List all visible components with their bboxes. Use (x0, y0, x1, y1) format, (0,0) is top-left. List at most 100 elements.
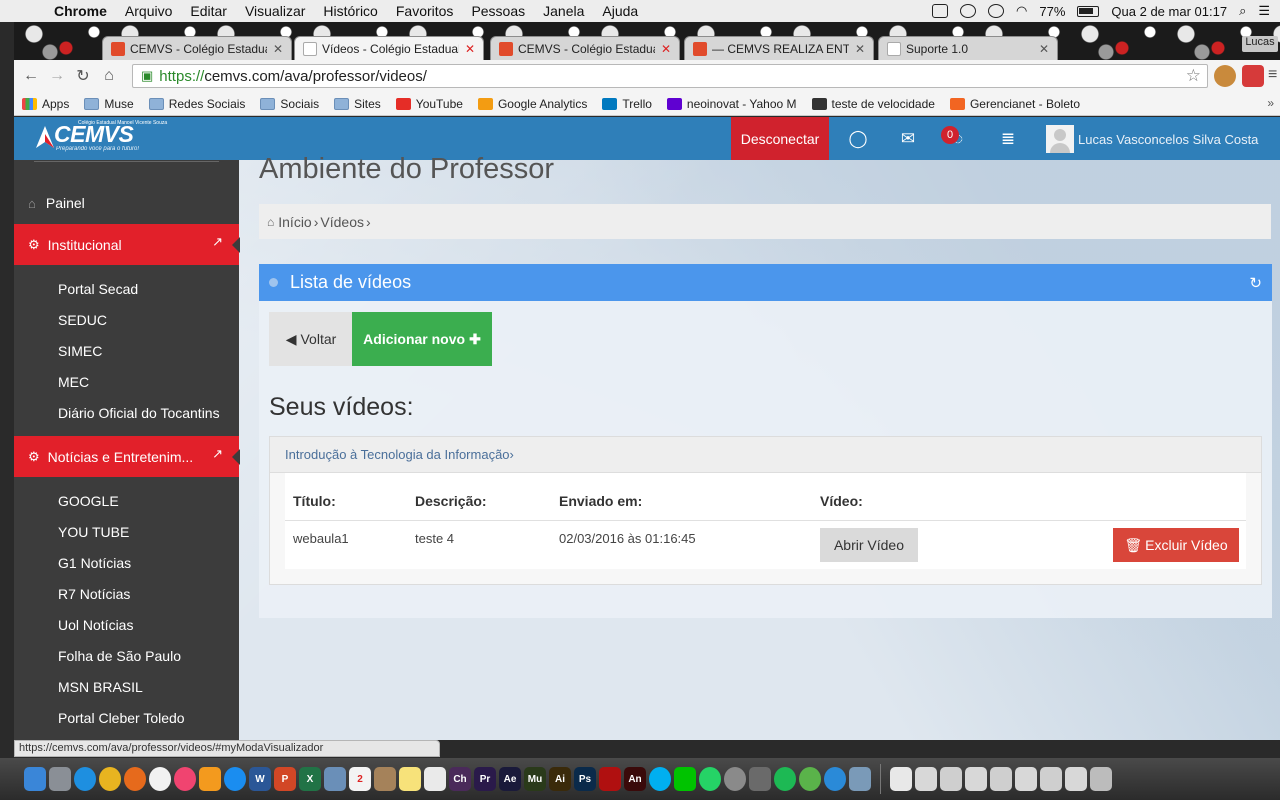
disconnect-button[interactable]: Desconectar (731, 117, 829, 160)
sidebar-item-painel[interactable]: ⌂ Painel (28, 195, 85, 211)
refresh-icon[interactable]: ↻ (1249, 274, 1262, 292)
bookmark-yahoo[interactable]: neoinovat - Yahoo M (666, 97, 797, 111)
close-tab-icon[interactable]: ✕ (661, 42, 671, 56)
sidebar-link-msn[interactable]: MSN BRASIL (58, 679, 143, 695)
bookmark-redes-sociais[interactable]: Redes Sociais (148, 97, 245, 111)
menu-ajuda[interactable]: Ajuda (602, 3, 638, 19)
cemvs-logo[interactable]: Colégio Estadual Manoel Vicente Souza CE… (34, 120, 167, 156)
stickies-icon[interactable] (424, 767, 446, 791)
mail-icon[interactable]: ✉ (897, 129, 919, 149)
menu-historico[interactable]: Histórico (323, 3, 377, 19)
whatsapp-icon[interactable] (699, 767, 721, 791)
reload-icon[interactable]: ↻ (70, 66, 96, 86)
spotify-icon[interactable] (774, 767, 796, 791)
stack-icon[interactable] (940, 767, 962, 791)
sidebar-link-seduc[interactable]: SEDUC (58, 312, 107, 328)
sidebar-link-mec[interactable]: MEC (58, 374, 89, 390)
battery-icon[interactable] (1077, 5, 1100, 17)
bookmark-apps[interactable]: Apps (22, 97, 69, 111)
menu-arquivo[interactable]: Arquivo (125, 3, 172, 19)
photos-icon[interactable] (149, 767, 171, 791)
external-link-icon[interactable]: ↗ (212, 446, 223, 462)
home-icon[interactable]: ⌂ (96, 67, 122, 85)
bookmark-muse[interactable]: Muse (84, 97, 134, 111)
tasks-icon[interactable]: ≣ (997, 129, 1019, 149)
itunes-icon[interactable] (174, 767, 196, 791)
bookmark-sites[interactable]: Sites (334, 97, 381, 111)
premiere-icon[interactable]: Pr (474, 767, 496, 791)
calendar-icon[interactable]: 2 (349, 767, 371, 791)
sidebar-link-simec[interactable]: SIMEC (58, 343, 102, 359)
after-effects-icon[interactable]: Ae (499, 767, 521, 791)
sidebar-link-g1[interactable]: G1 Notícias (58, 555, 131, 571)
sidebar-link-uol[interactable]: Uol Notícias (58, 617, 133, 633)
notes-icon[interactable] (399, 767, 421, 791)
tab-cemvs-2[interactable]: CEMVS - Colégio Estadual ✕ (490, 36, 680, 60)
bookmark-trello[interactable]: Trello (602, 97, 652, 111)
sidebar-link-portal-secad[interactable]: Portal Secad (58, 281, 138, 297)
creative-cloud-icon[interactable] (988, 4, 1005, 18)
browser-app-icon[interactable] (824, 767, 846, 791)
character-animator-icon[interactable]: Ch (449, 767, 471, 791)
breadcrumb-videos[interactable]: Vídeos (320, 214, 364, 230)
finder-icon[interactable] (24, 767, 46, 791)
chrome-menu-icon[interactable]: ≡ (1268, 66, 1277, 84)
cookie-extension-icon[interactable] (1214, 65, 1236, 87)
checklist-icon[interactable] (932, 4, 949, 18)
bookmark-youtube[interactable]: YouTube (395, 97, 463, 111)
powerpoint-icon[interactable]: P (274, 767, 296, 791)
bookmarks-overflow-icon[interactable]: » (1267, 96, 1274, 110)
clock[interactable]: Qua 2 de mar 01:17 (1111, 4, 1227, 19)
sidebar-link-google[interactable]: GOOGLE (58, 493, 119, 509)
delete-video-button[interactable]: 🗑 Excluir Vídeo (1113, 528, 1239, 562)
stack-icon[interactable] (1040, 767, 1062, 791)
course-link[interactable]: Introdução à Tecnologia da Informação› (270, 437, 1261, 473)
breadcrumb-home[interactable]: Início (278, 214, 311, 230)
close-tab-icon[interactable]: ✕ (465, 42, 475, 56)
bookmark-star-icon[interactable]: ☆ (1186, 66, 1201, 86)
preview-icon[interactable] (324, 767, 346, 791)
add-new-button[interactable]: Adicionar novo ✚ (352, 312, 492, 366)
bookmark-speedtest[interactable]: teste de velocidade (811, 97, 935, 111)
close-tab-icon[interactable]: ✕ (273, 42, 283, 56)
forward-icon[interactable]: → (44, 67, 70, 85)
line-icon[interactable] (674, 767, 696, 791)
bookmark-google-analytics[interactable]: Google Analytics (477, 97, 587, 111)
open-video-button[interactable]: Abrir Vídeo (820, 528, 918, 562)
stack-icon[interactable] (965, 767, 987, 791)
system-preferences-icon[interactable] (724, 767, 746, 791)
menu-janela[interactable]: Janela (543, 3, 584, 19)
external-link-icon[interactable]: ↗ (212, 234, 223, 250)
sidebar-link-r7[interactable]: R7 Notícias (58, 586, 130, 602)
trash-icon[interactable] (1090, 767, 1112, 791)
wifi-icon[interactable]: ◠ (1016, 3, 1027, 19)
screenshot-app-icon[interactable] (849, 767, 871, 791)
chat-icon[interactable]: ◯ (847, 129, 869, 149)
back-icon[interactable]: ← (18, 67, 44, 85)
notebook-icon[interactable] (749, 767, 771, 791)
stack-icon[interactable] (990, 767, 1012, 791)
tab-videos[interactable]: Vídeos - Colégio Estadual ✕ (294, 36, 484, 60)
safari-icon[interactable] (74, 767, 96, 791)
bookmark-sociais[interactable]: Sociais (260, 97, 319, 111)
menu-editar[interactable]: Editar (190, 3, 227, 19)
utorrent-icon[interactable] (799, 767, 821, 791)
menu-app-name[interactable]: Chrome (54, 3, 107, 19)
close-tab-icon[interactable]: ✕ (855, 42, 865, 56)
address-bar[interactable]: ▣ https:// cemvs.com/ava/professor/video… (132, 64, 1208, 88)
menu-visualizar[interactable]: Visualizar (245, 3, 305, 19)
contacts-icon[interactable] (374, 767, 396, 791)
sidebar-section-noticias[interactable]: ⚙ Notícias e Entretenim... ↗ (14, 436, 240, 477)
tab-cemvs-1[interactable]: CEMVS - Colégio Estadual ✕ (102, 36, 292, 60)
sidebar-link-diario-oficial[interactable]: Diário Oficial do Tocantins (58, 405, 220, 421)
muse-icon[interactable]: Mu (524, 767, 546, 791)
search-icon[interactable]: ⌕ (1239, 3, 1246, 19)
stack-icon[interactable] (1015, 767, 1037, 791)
sidebar-link-youtube[interactable]: YOU TUBE (58, 524, 129, 540)
illustrator-icon[interactable]: Ai (549, 767, 571, 791)
back-button[interactable]: ◀ Voltar (269, 312, 353, 366)
animate-icon[interactable]: An (624, 767, 646, 791)
stack-icon[interactable] (1065, 767, 1087, 791)
sidebar-link-cleber-toledo[interactable]: Portal Cleber Toledo (58, 710, 185, 726)
app-store-icon[interactable] (224, 767, 246, 791)
